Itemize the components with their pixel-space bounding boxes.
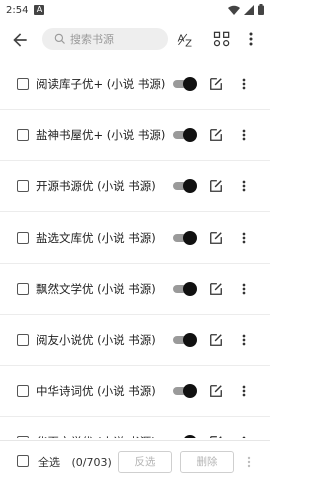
delete-button[interactable]: 删除	[180, 451, 234, 473]
enable-toggle[interactable]	[173, 434, 197, 438]
overflow-menu-icon[interactable]	[244, 29, 258, 49]
source-name: 阅友小说优 (小说 书源)	[36, 333, 156, 347]
list-item[interactable]: 开源书源优 (小说 书源)	[0, 160, 270, 213]
list-item[interactable]: 阅友小说优 (小说 书源)	[0, 314, 270, 366]
row-more-icon[interactable]	[238, 178, 250, 194]
edit-icon[interactable]	[209, 282, 223, 296]
edit-icon[interactable]	[209, 231, 223, 245]
row-more-icon[interactable]	[238, 127, 250, 143]
row-checkbox[interactable]	[17, 385, 29, 398]
select-all-checkbox[interactable]	[17, 455, 29, 467]
enable-toggle[interactable]	[173, 230, 197, 246]
svg-text:Z: Z	[185, 39, 192, 50]
bottom-overflow-icon[interactable]	[244, 454, 254, 470]
selection-count: (0/703)	[71, 456, 112, 469]
list-item[interactable]: 阅读库子优+ (小说 书源)	[0, 58, 270, 110]
edit-icon[interactable]	[209, 435, 223, 438]
list-item[interactable]: 飘然文学优 (小说 书源)	[0, 263, 270, 315]
back-arrow-icon[interactable]	[10, 30, 30, 50]
enable-toggle[interactable]	[173, 332, 197, 348]
list-item[interactable]: 盐选文库优 (小说 书源)	[0, 212, 270, 264]
source-name: 中华诗词优 (小说 书源)	[36, 384, 156, 399]
edit-icon[interactable]	[209, 179, 223, 193]
status-time: 2:54	[6, 4, 29, 16]
group-filter-icon[interactable]	[212, 29, 232, 49]
book-source-list: 阅读库子优+ (小说 书源) 盐神书屋优+ (小说 书源) 开源书源优 (小说 书源…	[0, 58, 270, 438]
source-name: 盐神书屋优+ (小说 书源)	[36, 128, 166, 143]
search-icon	[54, 33, 65, 44]
enable-toggle[interactable]	[173, 127, 197, 143]
toggle-knob	[183, 281, 197, 296]
toggle-knob	[183, 128, 197, 143]
enable-toggle[interactable]	[173, 178, 197, 194]
list-item[interactable]: 华夏文学优 (小说 书源)	[0, 416, 270, 438]
select-all-label[interactable]: 全选 (0/703)	[38, 454, 112, 470]
source-name: 开源书源优 (小说 书源)	[36, 179, 156, 194]
toggle-knob	[183, 333, 197, 347]
battery-icon	[258, 4, 264, 15]
wifi-icon	[228, 5, 240, 15]
row-more-icon[interactable]	[238, 383, 250, 399]
row-more-icon[interactable]	[238, 76, 250, 92]
list-item[interactable]: 盐神书屋优+ (小说 书源)	[0, 109, 270, 162]
signal-icon	[244, 4, 254, 15]
list-item[interactable]: 中华诗词优 (小说 书源)	[0, 365, 270, 418]
row-checkbox[interactable]	[17, 180, 29, 193]
toggle-knob	[183, 230, 197, 245]
row-checkbox[interactable]	[17, 282, 29, 295]
edit-icon[interactable]	[209, 384, 223, 398]
notification-icon: A	[34, 5, 45, 15]
edit-icon[interactable]	[209, 77, 223, 91]
source-name: 华夏文学优 (小说 书源)	[36, 434, 156, 438]
bottom-action-bar: 全选 (0/703) 反选 删除	[0, 440, 270, 481]
svg-text:A: A	[178, 34, 185, 45]
source-name: 盐选文库优 (小说 书源)	[36, 230, 156, 245]
sort-az-icon[interactable]: A Z	[176, 29, 196, 50]
toggle-knob	[183, 384, 197, 399]
source-name: 阅读库子优+ (小说 书源)	[36, 77, 166, 91]
row-checkbox[interactable]	[17, 129, 29, 142]
row-more-icon[interactable]	[238, 230, 250, 246]
status-bar: 2:54 A	[0, 0, 270, 20]
row-more-icon[interactable]	[238, 281, 250, 297]
row-checkbox[interactable]	[17, 231, 29, 244]
top-toolbar: A Z	[0, 20, 270, 58]
toggle-knob	[183, 435, 197, 438]
enable-toggle[interactable]	[173, 383, 197, 399]
source-name: 飘然文学优 (小说 书源)	[36, 281, 156, 296]
invert-selection-button[interactable]: 反选	[118, 451, 172, 473]
row-checkbox[interactable]	[17, 334, 29, 346]
search-box[interactable]	[42, 28, 168, 50]
row-more-icon[interactable]	[238, 434, 250, 438]
edit-icon[interactable]	[209, 128, 223, 142]
toggle-knob	[183, 77, 197, 91]
edit-icon[interactable]	[209, 333, 223, 347]
status-icons	[228, 4, 264, 15]
search-input[interactable]	[70, 32, 160, 46]
enable-toggle[interactable]	[173, 76, 197, 92]
toggle-knob	[183, 179, 197, 194]
row-more-icon[interactable]	[238, 332, 250, 348]
enable-toggle[interactable]	[173, 281, 197, 297]
select-all-text: 全选	[38, 456, 60, 469]
row-checkbox[interactable]	[17, 436, 29, 438]
row-checkbox[interactable]	[17, 78, 29, 90]
